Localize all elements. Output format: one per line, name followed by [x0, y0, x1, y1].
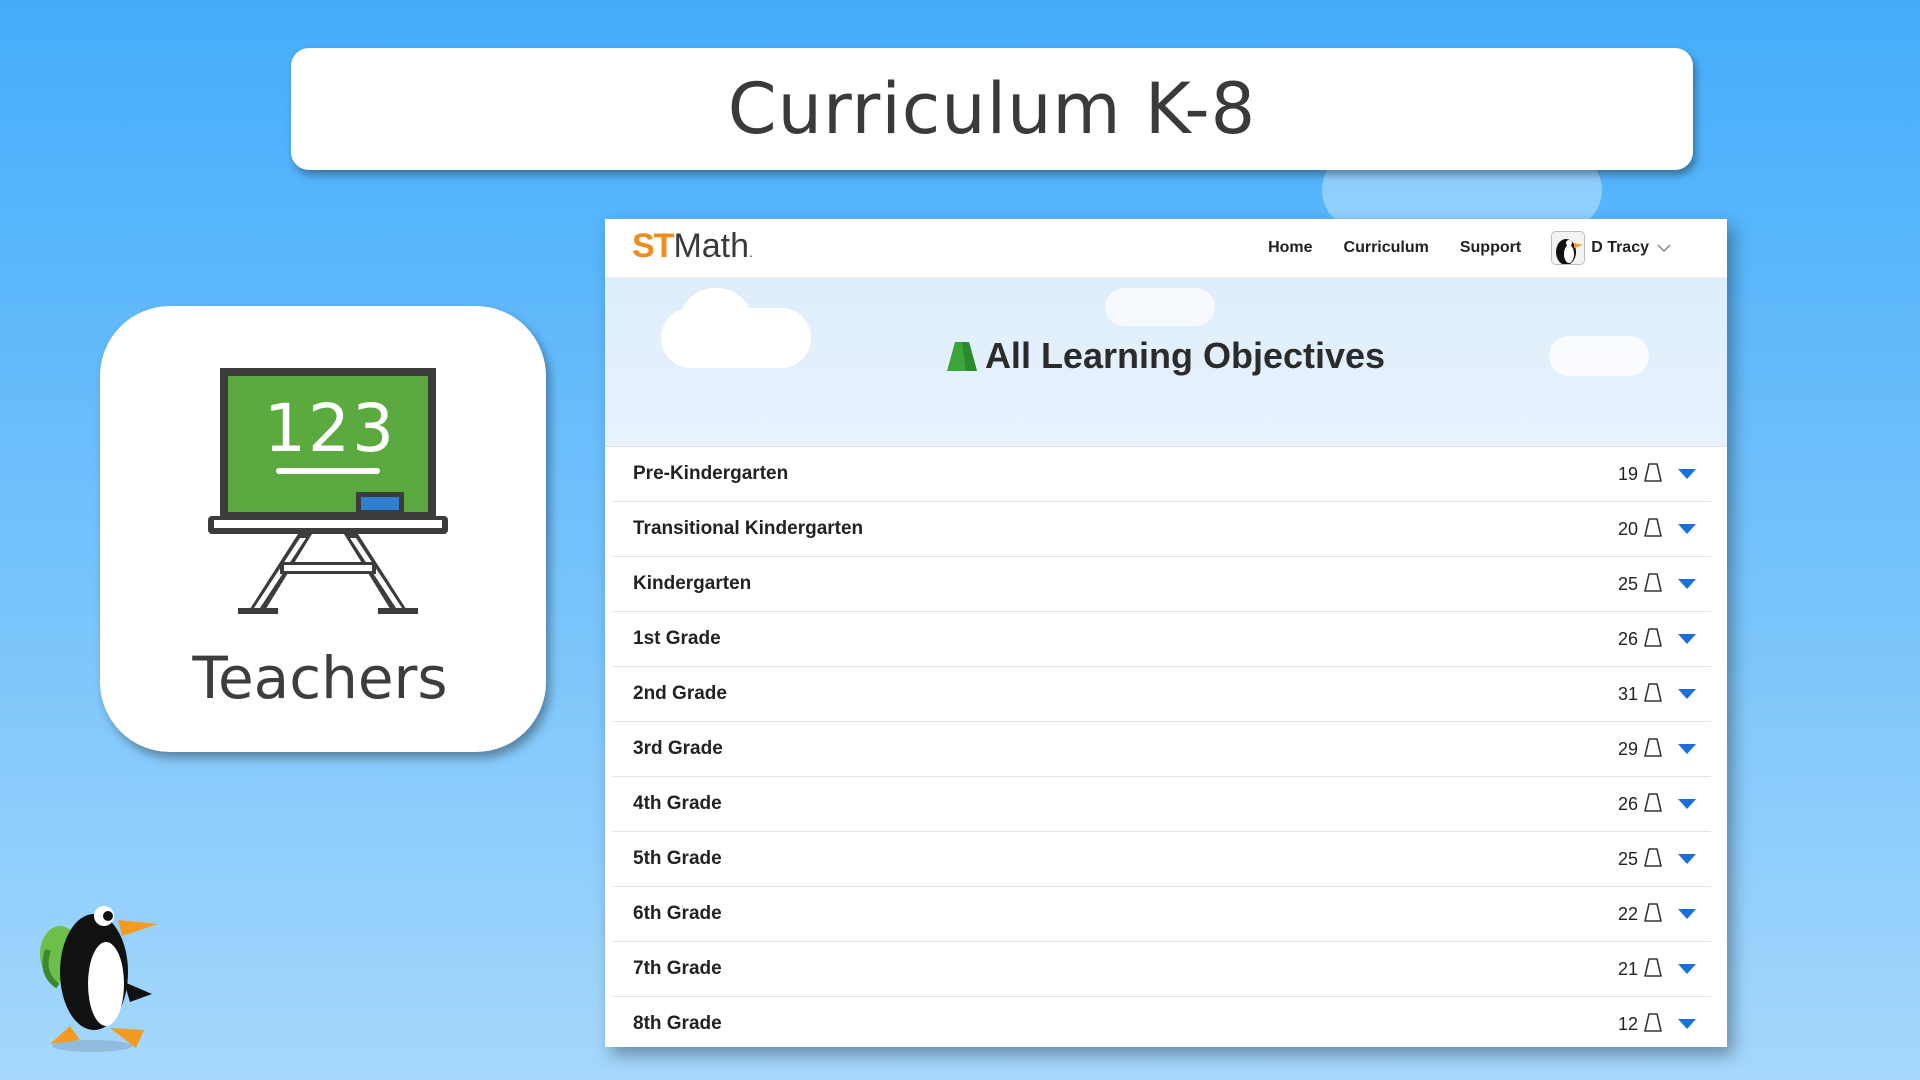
page-header: All Learning Objectives	[605, 278, 1727, 447]
objective-flag-outline-icon	[1644, 463, 1662, 482]
objective-row[interactable]: Transitional Kindergarten 20	[613, 502, 1711, 557]
objective-row[interactable]: Pre-Kindergarten 19	[613, 447, 1711, 502]
objectives-list: Pre-Kindergarten 19 Transitional Kindergar…	[605, 447, 1727, 1047]
penguin-avatar-icon	[1551, 231, 1586, 265]
expand-caret-icon[interactable]	[1678, 799, 1696, 810]
objective-count: 25	[1617, 848, 1638, 869]
objective-grade-label: 4th Grade	[633, 793, 722, 814]
objective-grade-label: 5th Grade	[633, 848, 722, 869]
objective-row[interactable]: Kindergarten 25	[613, 557, 1711, 612]
page-title-text: All Learning Objectives	[984, 335, 1386, 376]
main-nav: Home Curriculum Support D Tracy	[1237, 219, 1671, 277]
expand-caret-icon[interactable]	[1678, 469, 1696, 480]
objective-grade-label: 3rd Grade	[633, 738, 723, 759]
objective-flag-outline-icon	[1644, 683, 1662, 702]
expand-caret-icon[interactable]	[1678, 579, 1696, 590]
objective-count: 29	[1617, 738, 1638, 759]
objective-row[interactable]: 3rd Grade 29	[613, 722, 1711, 777]
objective-count: 20	[1617, 518, 1638, 539]
objective-row[interactable]: 1st Grade 26	[613, 612, 1711, 667]
nav-support[interactable]: Support	[1460, 239, 1521, 257]
objective-count: 21	[1617, 958, 1638, 979]
objective-flag-outline-icon	[1644, 518, 1662, 537]
slide-title: Curriculum K-8	[727, 68, 1257, 150]
objective-count: 25	[1617, 573, 1638, 594]
top-navigation-bar: STMath. Home Curriculum Support D Tracy	[605, 219, 1727, 278]
expand-caret-icon[interactable]	[1678, 964, 1696, 975]
teachers-label: Teachers	[192, 644, 448, 712]
objective-count: 22	[1617, 903, 1638, 924]
logo-math: Math	[673, 227, 750, 265]
objective-row[interactable]: 2nd Grade 31	[613, 667, 1711, 722]
objective-grade-label: 6th Grade	[633, 903, 722, 924]
decorative-cloud	[1105, 288, 1215, 326]
objective-grade-label: 8th Grade	[633, 1013, 722, 1034]
user-menu[interactable]: D Tracy	[1551, 231, 1671, 265]
objective-row[interactable]: 7th Grade 21	[613, 942, 1711, 997]
objective-flag-outline-icon	[1644, 738, 1662, 757]
penguin-mascot-icon	[40, 906, 158, 1052]
expand-caret-icon[interactable]	[1678, 634, 1696, 645]
st-math-logo[interactable]: STMath.	[632, 227, 753, 266]
objective-count: 19	[1617, 463, 1638, 484]
objective-count: 26	[1617, 628, 1638, 649]
objective-row[interactable]: 8th Grade 12	[613, 997, 1711, 1047]
objective-flag-outline-icon	[1644, 903, 1662, 922]
expand-caret-icon[interactable]	[1678, 909, 1696, 920]
app-window: STMath. Home Curriculum Support D Tracy	[605, 219, 1727, 1047]
logo-mark: .	[749, 244, 753, 260]
page-title: All Learning Objectives	[605, 335, 1727, 377]
chevron-down-icon	[1657, 244, 1671, 253]
objective-row[interactable]: 4th Grade 26	[613, 777, 1711, 832]
expand-caret-icon[interactable]	[1678, 1019, 1696, 1030]
expand-caret-icon[interactable]	[1678, 524, 1696, 535]
objective-grade-label: 7th Grade	[633, 958, 722, 979]
objective-flag-outline-icon	[1644, 628, 1662, 647]
objective-row[interactable]: 6th Grade 22	[613, 887, 1711, 942]
objective-grade-label: 1st Grade	[633, 628, 721, 649]
objective-count: 26	[1617, 793, 1638, 814]
objective-flag-outline-icon	[1644, 958, 1662, 977]
objective-grade-label: Transitional Kindergarten	[633, 518, 864, 539]
objective-flag-outline-icon	[1644, 848, 1662, 867]
expand-caret-icon[interactable]	[1678, 744, 1696, 755]
objective-grade-label: Kindergarten	[633, 573, 752, 594]
objective-flag-outline-icon	[1644, 793, 1662, 812]
user-name: D Tracy	[1591, 239, 1649, 256]
chalkboard-number: 123	[264, 390, 396, 467]
teachers-card: 123 Teachers	[100, 306, 546, 752]
green-objective-flag-icon	[946, 342, 977, 371]
objective-flag-outline-icon	[1644, 573, 1662, 592]
expand-caret-icon[interactable]	[1678, 854, 1696, 865]
objective-row[interactable]: 5th Grade 25	[613, 832, 1711, 887]
objective-count: 12	[1617, 1013, 1638, 1034]
expand-caret-icon[interactable]	[1678, 689, 1696, 700]
objective-grade-label: 2nd Grade	[633, 683, 727, 704]
logo-st: ST	[632, 227, 674, 265]
slide-title-banner: Curriculum K-8	[291, 48, 1693, 170]
objective-flag-outline-icon	[1644, 1013, 1662, 1032]
nav-home[interactable]: Home	[1268, 239, 1312, 257]
objective-count: 31	[1617, 683, 1638, 704]
nav-curriculum[interactable]: Curriculum	[1344, 239, 1429, 257]
objective-grade-label: Pre-Kindergarten	[633, 463, 789, 484]
